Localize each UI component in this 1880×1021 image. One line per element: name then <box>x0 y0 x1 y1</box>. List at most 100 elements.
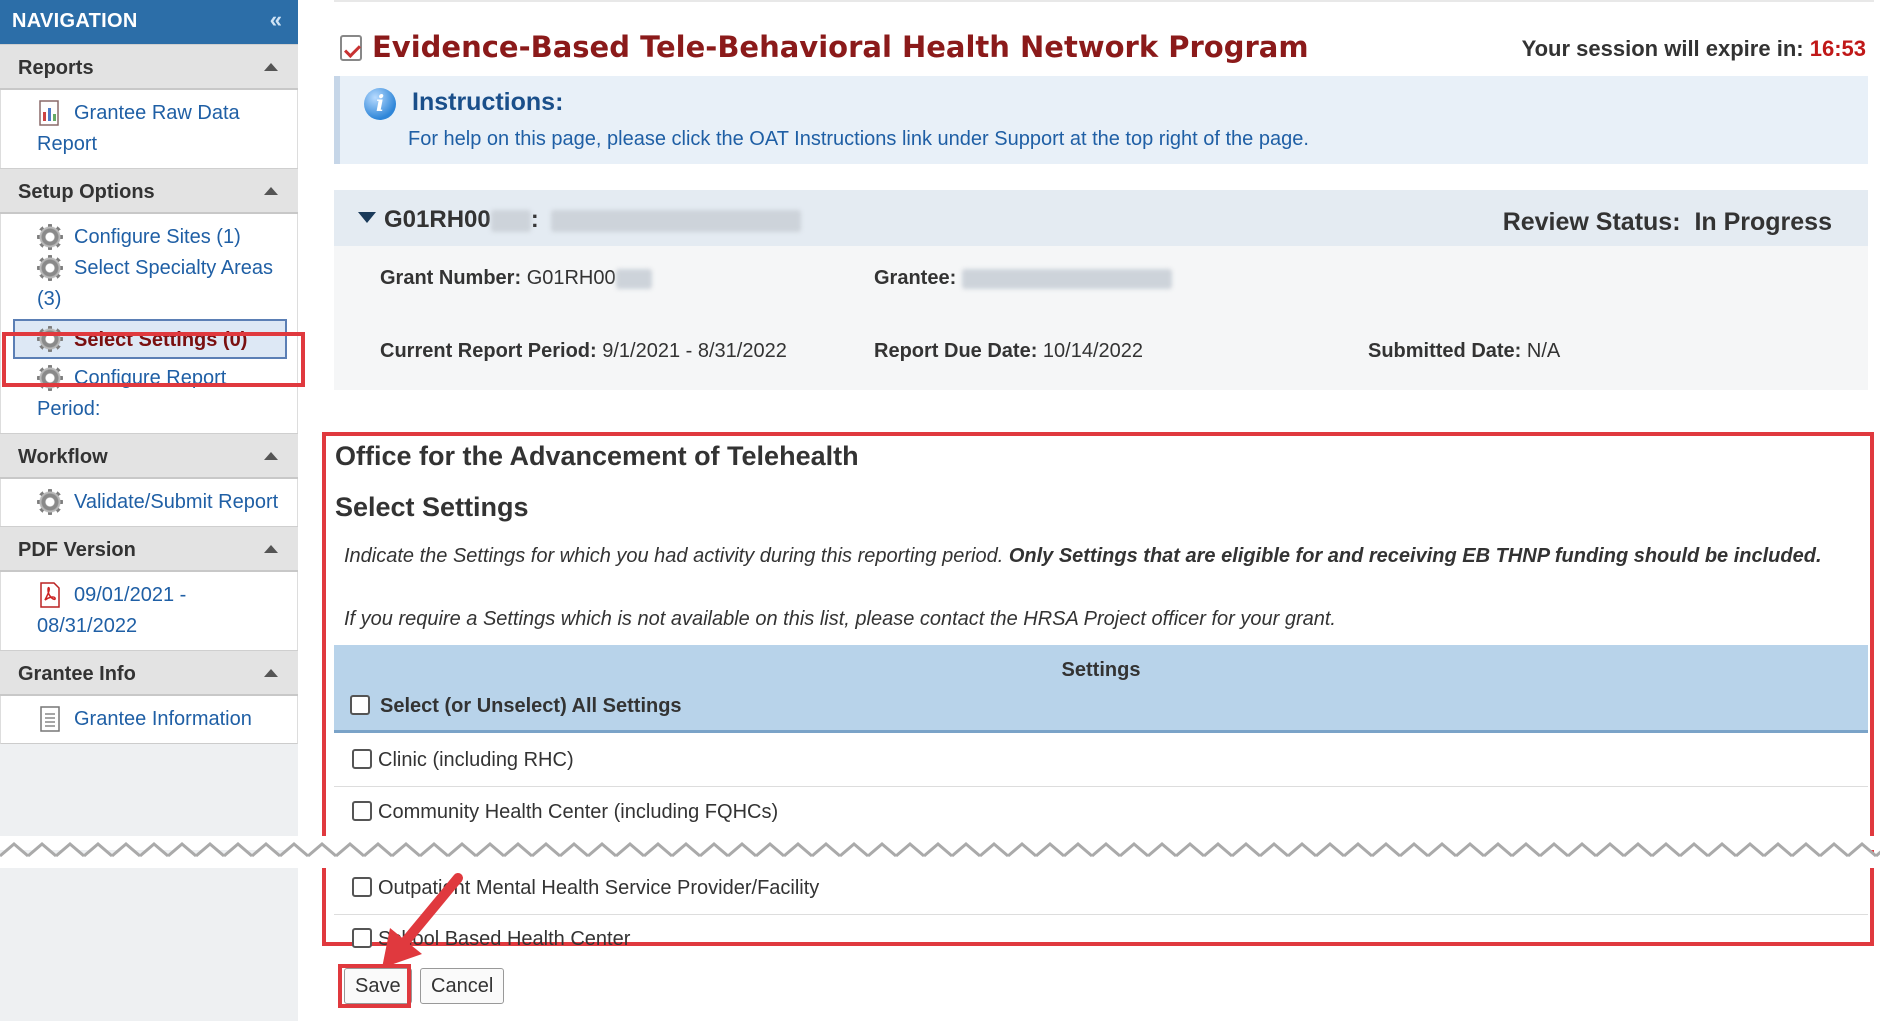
redacted-text <box>961 268 1172 289</box>
section-heading: Select Settings <box>335 492 529 522</box>
sidebar-item-label[interactable]: 09/01/2021 - 08/31/2022 <box>37 580 283 642</box>
collapse-arrow-icon[interactable] <box>264 63 278 71</box>
grant-title: G01RH00: <box>384 206 802 234</box>
collapse-arrow-icon[interactable] <box>264 187 278 195</box>
table-row[interactable]: Outpatient Mental Health Service Provide… <box>334 863 1868 915</box>
instructions-panel: i Instructions: For help on this page, p… <box>334 76 1868 164</box>
sidebar-item-grantee-raw-data-report[interactable]: Grantee Raw Data Report <box>1 98 297 160</box>
navigation-header: NAVIGATION « <box>0 0 298 44</box>
torn-edge-separator <box>0 836 1880 868</box>
grantee-field: Grantee: <box>874 267 1172 290</box>
sidebar-item-label[interactable]: Validate/Submit Report <box>37 487 283 518</box>
grant-separator: : <box>530 206 539 233</box>
table-row[interactable]: Clinic (including RHC) <box>334 735 1868 787</box>
section-workflow[interactable]: Workflow <box>0 433 298 479</box>
report-period-field: Current Report Period: 9/1/2021 - 8/31/2… <box>380 340 787 363</box>
table-row[interactable]: Community Health Center (including FQHCs… <box>334 787 1868 839</box>
section-setup-options[interactable]: Setup Options <box>0 168 298 214</box>
sidebar-item-validate-submit-report[interactable]: Validate/Submit Report <box>1 487 297 518</box>
grant-panel: G01RH00: Review Status: In Progress Gran… <box>334 190 1868 390</box>
setting-checkbox[interactable] <box>352 749 372 769</box>
field-label: Current Report Period: <box>380 340 597 362</box>
highlight-box-save <box>338 964 411 1008</box>
document-icon <box>40 706 60 732</box>
select-all-label: Select (or Unselect) All Settings <box>380 695 682 717</box>
info-icon: i <box>364 88 396 120</box>
cancel-button[interactable]: Cancel <box>420 968 505 1004</box>
pdf-icon <box>40 582 60 608</box>
intro-text: Indicate the Settings for which you had … <box>344 541 1854 572</box>
grant-header[interactable]: G01RH00: Review Status: In Progress <box>334 190 1868 246</box>
sidebar-item-label[interactable]: Select Specialty Areas (3) <box>37 253 283 315</box>
intro-text-bold: Only Settings that are eligible for and … <box>1008 545 1822 567</box>
grant-id: G01RH00 <box>384 206 491 233</box>
section-label: PDF Version <box>18 539 136 561</box>
field-value: N/A <box>1526 340 1561 362</box>
due-date-field: Report Due Date: 10/14/2022 <box>874 340 1143 363</box>
gear-icon <box>37 224 63 250</box>
intro-text-2: If you require a Settings which is not a… <box>344 608 1336 630</box>
red-arrow-annotation <box>382 873 463 968</box>
setting-checkbox[interactable] <box>352 928 372 948</box>
collapse-arrow-icon[interactable] <box>264 452 278 460</box>
session-time: 16:53 <box>1809 36 1866 61</box>
collapse-icon[interactable]: « <box>264 9 288 33</box>
session-timer: Your session will expire in: 16:53 <box>1522 36 1866 62</box>
section-label: Workflow <box>18 446 108 468</box>
caret-down-icon[interactable] <box>358 212 376 223</box>
field-label: Grantee: <box>874 267 957 289</box>
redacted-text <box>615 268 652 289</box>
section-grantee-info-body: Grantee Information <box>0 696 298 744</box>
collapse-arrow-icon[interactable] <box>264 669 278 677</box>
section-label: Reports <box>18 57 94 79</box>
page-title-text: Evidence-Based Tele-Behavioral Health Ne… <box>372 30 1309 64</box>
clipboard-icon <box>340 35 362 61</box>
field-value: G01RH00 <box>526 267 616 289</box>
section-reports-body: Grantee Raw Data Report <box>0 90 298 168</box>
setting-label: Community Health Center (including FQHCs… <box>378 801 779 823</box>
select-all-checkbox[interactable] <box>350 695 370 715</box>
setting-checkbox[interactable] <box>352 877 372 897</box>
settings-table-header: Settings Select (or Unselect) All Settin… <box>334 645 1868 733</box>
collapse-arrow-icon[interactable] <box>264 545 278 553</box>
highlight-box-sidebar <box>2 332 305 387</box>
field-value: 9/1/2021 - 8/31/2022 <box>602 340 787 362</box>
section-pdf-version-body: 09/01/2021 - 08/31/2022 <box>0 572 298 650</box>
org-heading: Office for the Advancement of Telehealth <box>335 441 859 471</box>
review-status: Review Status: In Progress <box>1503 208 1832 237</box>
sidebar-item-select-specialty-areas[interactable]: Select Specialty Areas (3) <box>1 253 297 315</box>
field-label: Submitted Date: <box>1368 340 1522 362</box>
page-title: Evidence-Based Tele-Behavioral Health Ne… <box>340 30 1309 64</box>
report-icon <box>39 100 59 126</box>
review-status-value: In Progress <box>1694 208 1832 236</box>
table-row[interactable]: School Based Health Center <box>334 914 1868 966</box>
section-workflow-body: Validate/Submit Report <box>0 479 298 526</box>
section-pdf-version[interactable]: PDF Version <box>0 526 298 572</box>
gear-icon <box>37 489 63 515</box>
section-reports[interactable]: Reports <box>0 44 298 90</box>
grant-number-field: Grant Number: G01RH00 <box>380 267 652 290</box>
redacted-text <box>490 209 531 232</box>
setting-checkbox[interactable] <box>352 801 372 821</box>
select-all-row[interactable]: Select (or Unselect) All Settings <box>350 695 682 718</box>
field-value: 10/14/2022 <box>1042 340 1144 362</box>
instructions-text: For help on this page, please click the … <box>408 128 1309 150</box>
sidebar-item-label[interactable]: Grantee Information <box>37 704 283 735</box>
table-header-label: Settings <box>1061 659 1141 681</box>
sidebar-item-label[interactable]: Configure Sites (1) <box>37 222 283 253</box>
sidebar-item-pdf-link[interactable]: 09/01/2021 - 08/31/2022 <box>1 580 297 642</box>
top-divider <box>334 0 1874 2</box>
intro-text-1: Indicate the Settings for which you had … <box>344 545 1004 567</box>
section-label: Setup Options <box>18 181 155 203</box>
sidebar-item-configure-sites[interactable]: Configure Sites (1) <box>1 222 297 253</box>
instructions-heading: Instructions: <box>412 88 564 116</box>
section-grantee-info[interactable]: Grantee Info <box>0 650 298 696</box>
session-label: Your session will expire in: <box>1521 36 1804 61</box>
sidebar-item-grantee-information[interactable]: Grantee Information <box>1 704 297 735</box>
gear-icon <box>37 255 63 281</box>
review-status-label: Review Status: <box>1502 208 1681 236</box>
field-label: Report Due Date: <box>874 340 1038 362</box>
section-setup-options-body: Configure Sites (1) Select Specialty Are… <box>0 214 298 433</box>
redacted-text <box>551 209 802 232</box>
sidebar-item-label[interactable]: Grantee Raw Data Report <box>37 98 283 160</box>
